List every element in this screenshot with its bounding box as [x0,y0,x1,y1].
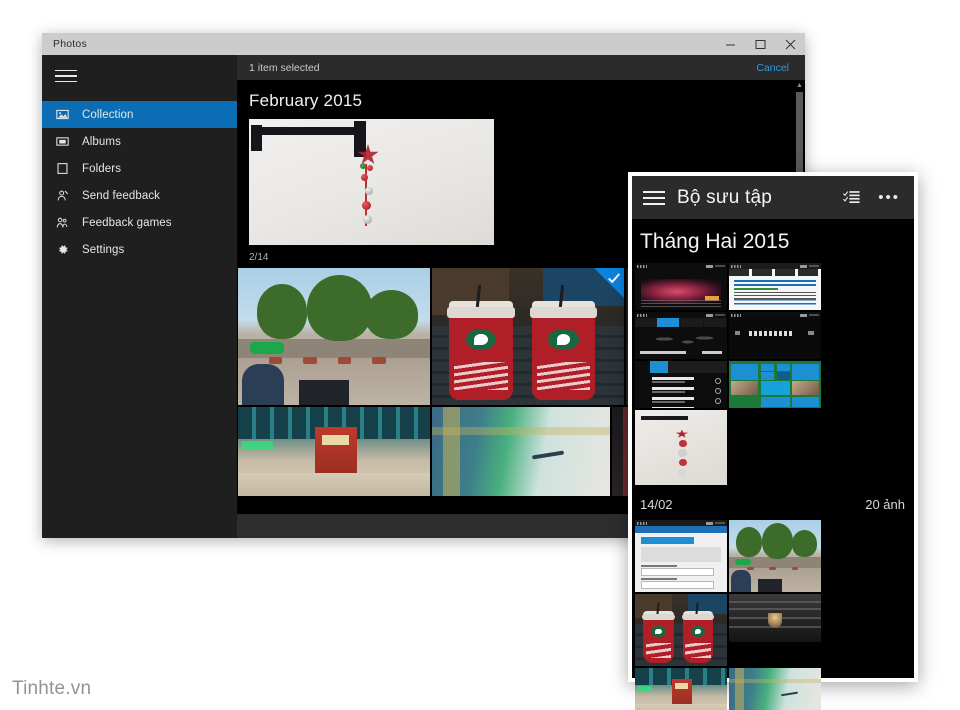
albums-icon [56,135,78,148]
minimize-button[interactable] [715,33,745,55]
world-clock-screenshot[interactable] [635,312,727,359]
sidebar-label: Settings [82,243,125,256]
phone-app-bar: Bộ sưu tập ••• [632,176,914,219]
screenshot-root: Photos Collection Albums Folders Send fe… [0,0,960,710]
sidebar-label: Folders [82,162,122,175]
scroll-up-arrow-icon[interactable]: ▲ [794,80,805,91]
park-trees-photo[interactable] [729,520,821,592]
sidebar-item-feedback-games[interactable]: Feedback games [42,209,237,236]
scrollbar-thumb[interactable] [796,92,803,180]
green-blur-photo[interactable] [729,668,821,710]
sidebar-item-send-feedback[interactable]: Send feedback [42,182,237,209]
sidebar-nav-list: Collection Albums Folders Send feedback … [42,101,237,263]
ceiling-lamp-photo[interactable] [729,594,821,642]
menu-icon[interactable] [643,187,665,209]
more-options-icon[interactable]: ••• [878,189,900,206]
hamburger-icon [55,66,77,87]
navigation-sidebar: Collection Albums Folders Send feedback … [42,55,237,538]
cancel-selection-button[interactable]: Cancel [756,62,789,74]
mall-interior-photo[interactable] [635,668,727,710]
send-feedback-icon [56,189,78,202]
collection-icon [56,108,78,121]
dialer-screenshot[interactable] [729,312,821,359]
christmas-ornament-photo[interactable] [635,410,727,485]
site-watermark: Tinhte.vn [12,678,92,699]
merry-christmas-cups-photo[interactable] [432,268,624,405]
sidebar-label: Feedback games [82,216,172,229]
selection-count-text: 1 item selected [249,61,320,74]
phone-photo-count: 20 ảnh [865,497,905,512]
hamburger-menu-button[interactable] [42,55,237,97]
windows-feedback-screenshot[interactable] [635,520,727,592]
green-blur-photo[interactable] [432,407,610,496]
feedback-games-icon [56,216,78,229]
folders-icon [56,162,78,175]
christmas-ornament-photo[interactable] [249,119,494,245]
selection-command-bar: 1 item selected Cancel [237,55,805,80]
phone-photo-grid-day [632,520,914,710]
phone-month-heading: Tháng Hai 2015 [640,230,790,253]
sidebar-item-albums[interactable]: Albums [42,128,237,155]
sidebar-label: Albums [82,135,121,148]
sidebar-label: Send feedback [82,189,161,202]
start-screen-screenshot[interactable] [729,361,821,408]
phone-photo-grid [632,263,914,485]
phone-day-label: 14/02 [640,497,673,512]
bing-nebula-screenshot[interactable] [635,263,727,310]
merry-christmas-cups-photo[interactable] [635,594,727,666]
sidebar-label: Collection [82,108,134,121]
phone-gallery-window: Bộ sưu tập ••• Tháng Hai 2015 14/02 20 ả… [628,172,918,710]
search-results-screenshot[interactable] [729,263,821,310]
sidebar-item-collection[interactable]: Collection [42,101,237,128]
mall-interior-photo[interactable] [238,407,430,496]
gear-icon [56,243,78,256]
sidebar-item-folders[interactable]: Folders [42,155,237,182]
sidebar-item-settings[interactable]: Settings [42,236,237,263]
call-history-screenshot[interactable] [635,361,727,408]
park-trees-photo[interactable] [238,268,430,405]
window-title: Photos [53,38,87,50]
window-controls [715,33,805,55]
phone-day-row-labels: 14/02 20 ảnh [632,485,914,520]
month-heading: February 2015 [249,91,363,110]
close-button[interactable] [775,33,805,55]
window-title-bar: Photos [42,33,805,55]
phone-app-title: Bộ sưu tập [677,186,772,208]
select-items-icon[interactable] [843,190,860,205]
maximize-button[interactable] [745,33,775,55]
